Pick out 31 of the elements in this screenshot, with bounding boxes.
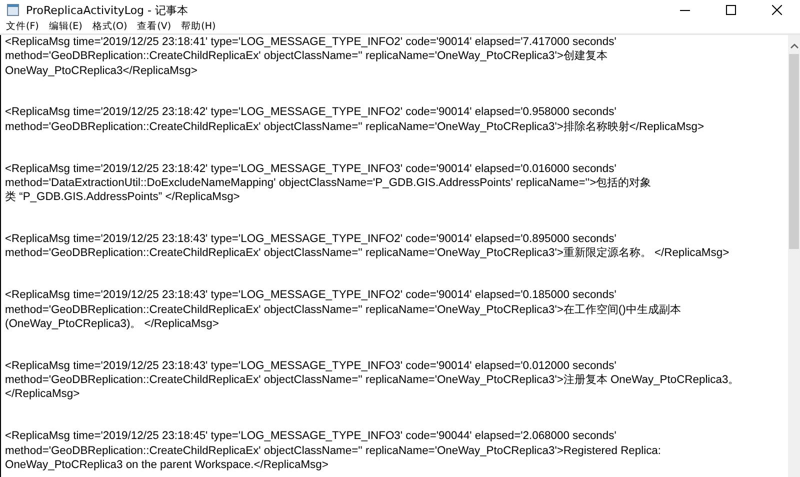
menu-item[interactable]: 帮助(H) xyxy=(181,20,216,33)
log-line: <ReplicaMsg time='2019/12/25 23:18:41' type='LOG_MESSAGE_TYPE_INFO2' code='90014' elapsed='7.417000 seconds' xyxy=(5,35,618,50)
scroll-up-icon[interactable] xyxy=(790,43,798,49)
scrollbar-thumb[interactable] xyxy=(789,54,799,249)
log-line: <ReplicaMsg time='2019/12/25 23:18:42' type='LOG_MESSAGE_TYPE_INFO3' code='90014' elapsed='0.016000 seconds' xyxy=(5,162,618,176)
log-line: method='GeoDBReplication::CreateChildReplicaEx' objectClassName='' replicaName='OneWay_PtoCReplica3'>Registered Replica: xyxy=(5,444,662,458)
menu-item[interactable]: 编辑(E) xyxy=(48,20,82,33)
log-line: <ReplicaMsg time='2019/12/25 23:18:43' type='LOG_MESSAGE_TYPE_INFO3' code='90014' elapsed='0.012000 seconds' xyxy=(5,358,618,374)
menu-item[interactable]: 格式(O) xyxy=(92,20,128,33)
log-line: OneWay_PtoCReplica3 on the parent Workspace.</ReplicaMsg> xyxy=(5,458,330,472)
log-line: method='DataExtractionUtil::DoExcludeNameMapping' objectClassName='P_GDB.GIS.AddressPoints' replicaName=''>包括的对象 xyxy=(5,176,652,190)
log-line: 类 “P_GDB.GIS.AddressPoints” </ReplicaMsg> xyxy=(5,190,241,205)
scrollbar[interactable] xyxy=(788,35,800,477)
log-line: (OneWay_PtoCReplica3)。 </ReplicaMsg> xyxy=(5,316,220,332)
log-line: OneWay_PtoCReplica3</ReplicaMsg> xyxy=(5,64,198,78)
log-line: method='GeoDBReplication::CreateChildReplicaEx' objectClassName='' replicaName='OneWay_PtoCReplica3'>创建复本 xyxy=(5,49,608,64)
log-line: <ReplicaMsg time='2019/12/25 23:18:42' type='LOG_MESSAGE_TYPE_INFO2' code='90014' elapsed='0.958000 seconds' xyxy=(5,105,618,120)
log-line: </ReplicaMsg> xyxy=(5,387,81,402)
menu-item[interactable]: 查看(V) xyxy=(137,20,172,33)
log-line: method='GeoDBReplication::CreateChildReplicaEx' objectClassName='' replicaName='OneWay_PtoCReplica3'>排除名称映射</ReplicaMsg> xyxy=(5,120,705,134)
log-line: method='GeoDBReplication::CreateChildReplicaEx' objectClassName='' replicaName='OneWay_PtoCReplica3'>在工作空间()中生成副本 xyxy=(5,302,682,317)
maximize-icon xyxy=(726,5,736,15)
log-line: <ReplicaMsg time='2019/12/25 23:18:43' type='LOG_MESSAGE_TYPE_INFO2' code='90014' elapsed='0.895000 seconds' xyxy=(5,232,618,246)
log-line: method='GeoDBReplication::CreateChildReplicaEx' objectClassName='' replicaName='OneWay_PtoCReplica3'>重新限定源名称。 </ReplicaMsg> xyxy=(5,246,730,261)
log-line: <ReplicaMsg time='2019/12/25 23:18:43' type='LOG_MESSAGE_TYPE_INFO2' code='90014' elapsed='0.185000 seconds' xyxy=(5,288,618,303)
close-icon xyxy=(772,5,782,15)
window-title: ProReplicaActivityLog - 记事本 xyxy=(26,2,188,18)
notepad-icon xyxy=(6,3,20,17)
log-line: method='GeoDBReplication::CreateChildReplicaEx' objectClassName='' replicaName='OneWay_PtoCReplica3'>注册复本 OneWay_PtoCReplica3。 xyxy=(5,373,740,388)
log-line: <ReplicaMsg time='2019/12/25 23:18:45' type='LOG_MESSAGE_TYPE_INFO3' code='90044' elapsed='2.068000 seconds' xyxy=(5,429,618,444)
menu-item[interactable]: 文件(F) xyxy=(6,20,39,33)
